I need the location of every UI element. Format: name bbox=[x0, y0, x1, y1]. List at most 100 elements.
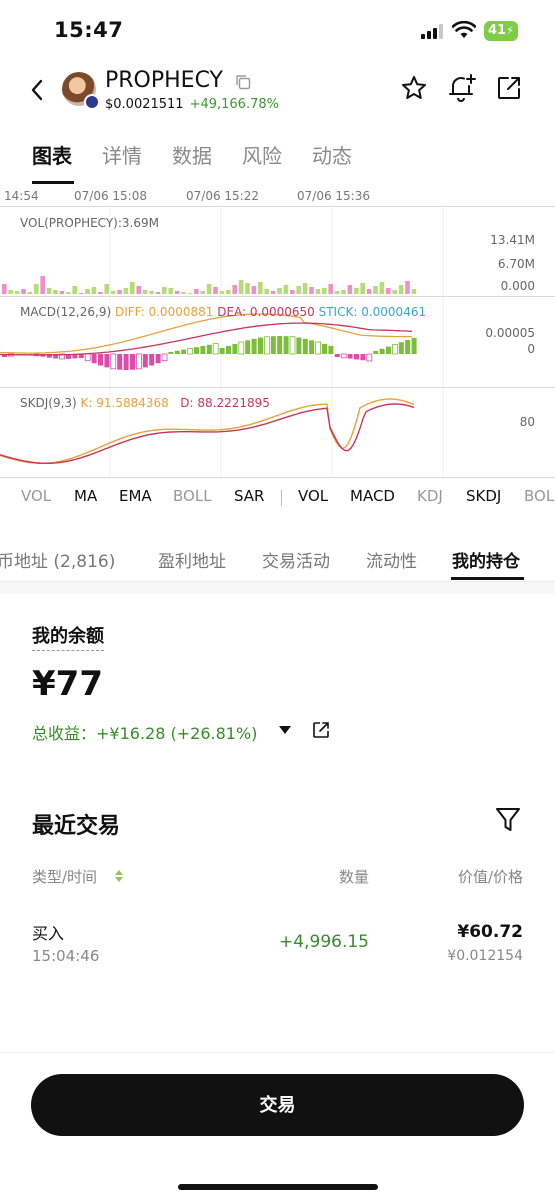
macd-bar bbox=[219, 348, 225, 354]
volume-bar bbox=[341, 290, 346, 294]
macd-bar bbox=[379, 348, 385, 354]
indicator-tab-skdj[interactable]: SKDJ bbox=[466, 487, 501, 505]
indicator-tab-boll[interactable]: BOLL bbox=[173, 487, 212, 505]
indicator-tab-ema[interactable]: EMA bbox=[119, 487, 152, 505]
macd-bar bbox=[360, 354, 366, 361]
token-change: +49,166.78% bbox=[189, 97, 279, 112]
volume-bar bbox=[290, 290, 295, 294]
tab-holders[interactable]: 持币地址 (2,816) bbox=[0, 547, 115, 572]
panel-divider bbox=[0, 296, 555, 297]
indicator-tab-kdj[interactable]: KDJ bbox=[417, 487, 443, 505]
indicator-tab-vol-sub[interactable]: VOL bbox=[298, 487, 328, 505]
volume-bar bbox=[206, 284, 212, 294]
macd-bar bbox=[245, 340, 251, 354]
volume-bar bbox=[72, 286, 77, 294]
volume-bar bbox=[411, 289, 417, 294]
indicator-tab-ma[interactable]: MA bbox=[74, 487, 97, 505]
macd-bar bbox=[238, 341, 245, 355]
active-tab-underline bbox=[451, 577, 524, 580]
volume-bar bbox=[53, 290, 58, 294]
volume-bar bbox=[91, 287, 97, 294]
indicator-tab-boll-sub[interactable]: BOL bbox=[524, 487, 554, 505]
macd-bar bbox=[411, 337, 417, 354]
volume-bar bbox=[283, 285, 289, 294]
volume-bar bbox=[21, 289, 26, 294]
sort-icon[interactable] bbox=[114, 869, 124, 883]
share-icon[interactable] bbox=[495, 74, 523, 102]
volume-bar bbox=[34, 284, 39, 294]
macd-bar bbox=[98, 354, 103, 366]
volume-bar bbox=[174, 291, 180, 294]
star-icon[interactable] bbox=[400, 74, 428, 102]
indicator-tab-macd[interactable]: MACD bbox=[350, 487, 395, 505]
indicator-tabs: VOL MA EMA BOLL SAR VOL MACD KDJ SKDJ BO… bbox=[0, 487, 555, 511]
macd-bar bbox=[296, 337, 302, 354]
tab-trade-activity[interactable]: 交易活动 bbox=[262, 547, 330, 572]
add-alert-bell-icon[interactable] bbox=[447, 72, 477, 104]
status-time: 15:47 bbox=[54, 18, 124, 42]
macd-dea-value: DEA: 0.0000650 bbox=[217, 305, 315, 319]
indicator-tab-vol[interactable]: VOL bbox=[21, 487, 51, 505]
volume-bar bbox=[78, 293, 84, 294]
panel-divider bbox=[0, 477, 555, 478]
volume-bar bbox=[85, 289, 90, 294]
indicator-tab-sar[interactable]: SAR bbox=[234, 487, 264, 505]
tab-data[interactable]: 数据 bbox=[172, 140, 212, 184]
macd-bar bbox=[334, 354, 340, 357]
filter-icon[interactable] bbox=[495, 806, 521, 834]
volume-bar bbox=[232, 285, 237, 294]
tab-my-holdings[interactable]: 我的持仓 bbox=[452, 547, 520, 572]
total-pnl: 总收益：+¥16.28 (+26.81%) bbox=[32, 720, 257, 744]
pnl-label: 总收益： bbox=[32, 724, 97, 743]
volume-bar bbox=[59, 291, 65, 294]
macd-bar bbox=[174, 350, 180, 354]
tab-liquidity[interactable]: 流动性 bbox=[366, 547, 417, 572]
tab-activity[interactable]: 动态 bbox=[312, 140, 352, 184]
balance-value: ¥77 bbox=[32, 664, 103, 704]
macd-bar bbox=[142, 354, 148, 368]
macd-legend: MACD(12,26,9) DIFF: 0.0000881 DEA: 0.000… bbox=[20, 305, 426, 319]
vol-axis-min: 0.000 bbox=[500, 279, 535, 293]
volume-bar bbox=[187, 293, 193, 294]
balance-label[interactable]: 我的余额 bbox=[32, 622, 104, 651]
trade-value: ¥60.72 bbox=[457, 922, 523, 942]
macd-bar bbox=[91, 354, 97, 364]
macd-bar bbox=[354, 354, 359, 360]
volume-bar bbox=[2, 284, 7, 294]
back-arrow-icon[interactable] bbox=[26, 76, 50, 104]
macd-bar bbox=[117, 354, 123, 370]
volume-bar bbox=[8, 290, 13, 294]
macd-bar bbox=[206, 344, 212, 354]
skdj-k-value: K: 91.5884368 bbox=[80, 396, 169, 410]
skdj-d-value: D: 88.2221895 bbox=[180, 396, 270, 410]
macd-bar bbox=[373, 351, 379, 354]
wifi-icon bbox=[452, 21, 476, 38]
battery-indicator: 41⚡ bbox=[484, 21, 518, 41]
open-external-icon[interactable] bbox=[312, 721, 330, 739]
volume-bar bbox=[142, 290, 148, 294]
macd-bar bbox=[263, 336, 270, 355]
volume-bar bbox=[104, 284, 109, 294]
macd-bar bbox=[194, 347, 199, 354]
home-indicator bbox=[178, 1184, 378, 1190]
macd-diff-value: DIFF: 0.0000881 bbox=[114, 305, 214, 319]
section-gap bbox=[0, 582, 555, 594]
volume-bar bbox=[373, 286, 378, 294]
volume-bar bbox=[14, 291, 20, 294]
copy-icon[interactable] bbox=[235, 74, 251, 90]
tab-details[interactable]: 详情 bbox=[102, 140, 142, 184]
macd-bar bbox=[212, 343, 219, 355]
caret-down-icon[interactable] bbox=[278, 725, 292, 735]
volume-bar bbox=[40, 276, 45, 294]
volume-bar bbox=[302, 283, 308, 294]
volume-bar bbox=[27, 292, 33, 294]
macd-bar bbox=[161, 353, 168, 362]
tab-profitable-addresses[interactable]: 盈利地址 bbox=[158, 547, 226, 572]
token-avatar bbox=[62, 72, 100, 110]
volume-bar bbox=[162, 287, 167, 294]
trade-button[interactable]: 交易 bbox=[31, 1074, 524, 1136]
charging-icon: ⚡ bbox=[506, 24, 514, 37]
indicator-chart[interactable]: 14:54 07/06 15:08 07/06 15:22 07/06 15:3… bbox=[0, 184, 555, 480]
tab-chart[interactable]: 图表 bbox=[32, 140, 74, 184]
tab-risk[interactable]: 风险 bbox=[242, 140, 282, 184]
